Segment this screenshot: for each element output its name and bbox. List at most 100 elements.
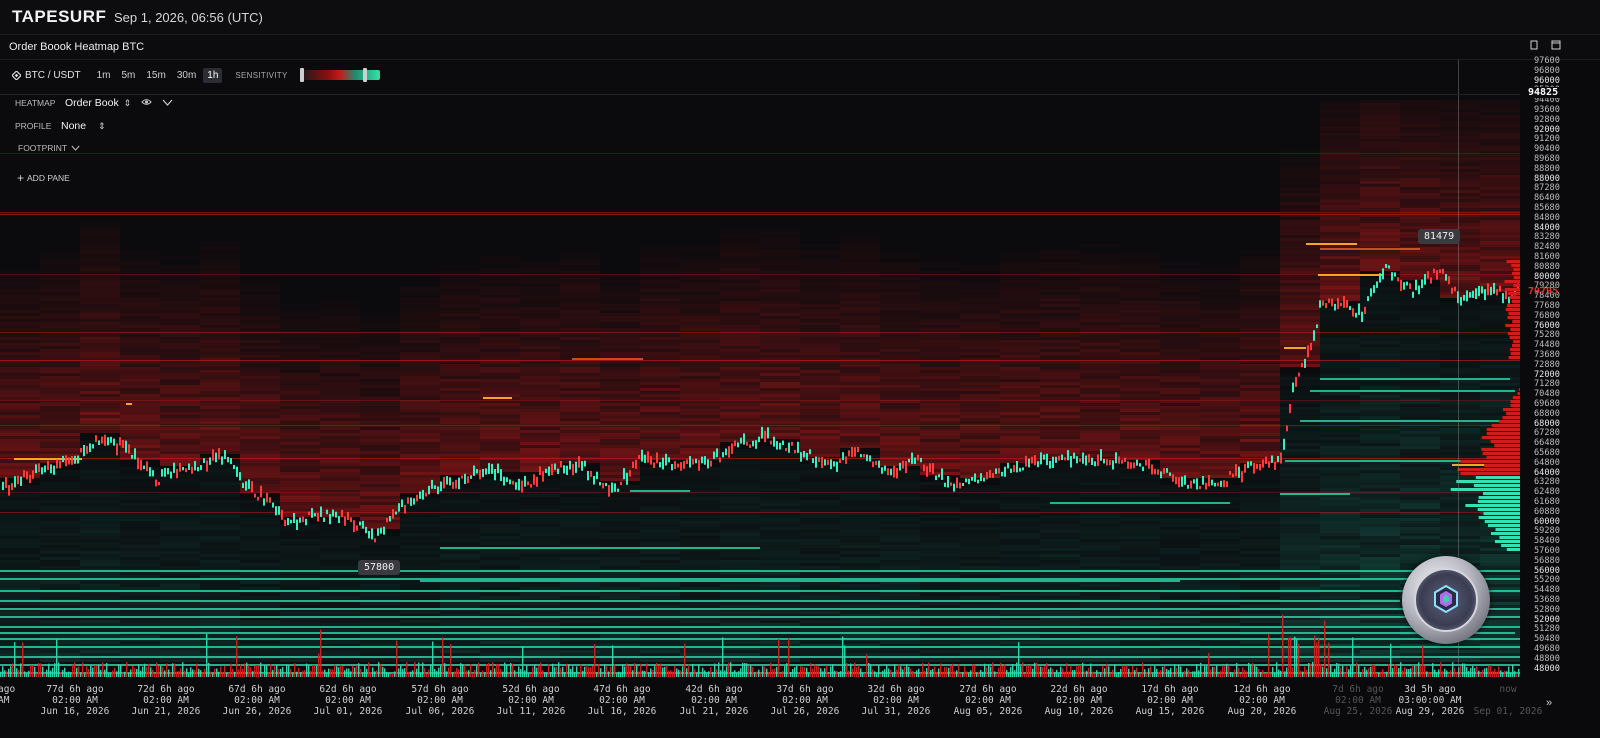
ask-cell	[760, 334, 800, 337]
ask-cell	[960, 436, 1000, 439]
ask-cell	[1360, 133, 1400, 136]
ask-cell	[280, 397, 320, 400]
ask-cell	[160, 256, 200, 259]
ask-cell	[360, 499, 400, 502]
bid-cell	[40, 533, 80, 536]
bid-cell	[0, 623, 40, 626]
ask-cell	[320, 418, 360, 421]
bid-cell	[1240, 572, 1280, 575]
bid-cell	[1240, 596, 1280, 599]
bid-cell	[1120, 584, 1160, 587]
bid-cell	[640, 530, 680, 533]
bid-cell	[200, 572, 240, 575]
bid-cell	[160, 587, 200, 590]
bid-cell	[80, 455, 120, 458]
ask-cell	[1080, 325, 1120, 328]
ask-cell	[360, 430, 400, 433]
bid-cell	[160, 545, 200, 548]
bid-cell	[600, 536, 640, 539]
bid-cell	[1320, 404, 1360, 407]
bid-cell	[280, 635, 320, 638]
ask-cell	[1040, 439, 1080, 442]
ask-cell	[0, 301, 40, 304]
ask-cell	[560, 415, 600, 418]
ask-cell	[480, 319, 520, 322]
ask-cell	[1480, 142, 1520, 145]
bid-cell	[560, 566, 600, 569]
bid-cell	[320, 620, 360, 623]
ask-cell	[800, 403, 840, 406]
bid-cell	[1120, 623, 1160, 626]
ask-cell	[680, 277, 720, 280]
ask-cell	[200, 319, 240, 322]
bid-cell	[1120, 587, 1160, 590]
ask-cell	[200, 325, 240, 328]
bid-cell	[80, 497, 120, 500]
bid-cell	[1320, 587, 1360, 590]
ask-cell	[1040, 283, 1080, 286]
bid-cell	[1440, 365, 1480, 368]
bid-cell	[1440, 401, 1480, 404]
bid-cell	[1400, 428, 1440, 431]
ask-cell	[680, 259, 720, 262]
ask-cell	[80, 337, 120, 340]
ask-cell	[1320, 271, 1360, 274]
ask-cell	[600, 478, 640, 481]
ask-cell	[320, 454, 360, 457]
bid-cell	[400, 554, 440, 557]
bid-cell	[440, 563, 480, 566]
bid-cell	[320, 539, 360, 542]
bid-cell	[1040, 476, 1080, 479]
ask-cell	[120, 268, 160, 271]
ask-cell	[360, 523, 400, 526]
maximize-icon[interactable]	[1550, 40, 1562, 52]
app-logo[interactable]: TAPESURF	[12, 7, 106, 27]
ask-cell	[600, 445, 640, 448]
bid-cell	[560, 539, 600, 542]
ask-cell	[680, 334, 720, 337]
ask-cell	[320, 328, 360, 331]
bid-cell	[80, 635, 120, 638]
bid-cell	[480, 506, 520, 509]
bid-cell	[680, 539, 720, 542]
ask-cell	[920, 280, 960, 283]
bid-cell	[1320, 368, 1360, 371]
ask-cell	[1040, 391, 1080, 394]
ask-cell	[1360, 202, 1400, 205]
ask-cell	[1320, 109, 1360, 112]
ask-cell	[640, 451, 680, 454]
bid-cell	[200, 584, 240, 587]
bid-cell	[1240, 587, 1280, 590]
bid-cell	[160, 515, 200, 518]
ask-cell	[200, 361, 240, 364]
ask-cell	[1280, 160, 1320, 163]
ask-cell	[0, 421, 40, 424]
ask-cell	[1240, 277, 1280, 280]
ask-cell	[400, 349, 440, 352]
restore-icon[interactable]	[1528, 40, 1540, 52]
ask-cell	[1240, 382, 1280, 385]
ask-cell	[1480, 118, 1520, 121]
ask-cell	[1080, 349, 1120, 352]
ask-cell	[1000, 271, 1040, 274]
bid-cell	[1360, 584, 1400, 587]
bid-cell	[160, 575, 200, 578]
bid-cell	[840, 566, 880, 569]
ask-cell	[120, 370, 160, 373]
ask-cell	[1240, 268, 1280, 271]
ask-cell	[920, 451, 960, 454]
ask-cell	[800, 334, 840, 337]
ask-cell	[1000, 277, 1040, 280]
ask-cell	[880, 262, 920, 265]
bid-cell	[1440, 386, 1480, 389]
ask-cell	[560, 313, 600, 316]
bid-cell	[800, 488, 840, 491]
bid-cell	[640, 509, 680, 512]
ask-cell	[1280, 154, 1320, 157]
ask-cell	[440, 346, 480, 349]
bid-cell	[1440, 380, 1480, 383]
ask-cell	[360, 505, 400, 508]
ask-cell	[960, 292, 1000, 295]
bid-cell	[1320, 479, 1360, 482]
ask-cell	[640, 343, 680, 346]
